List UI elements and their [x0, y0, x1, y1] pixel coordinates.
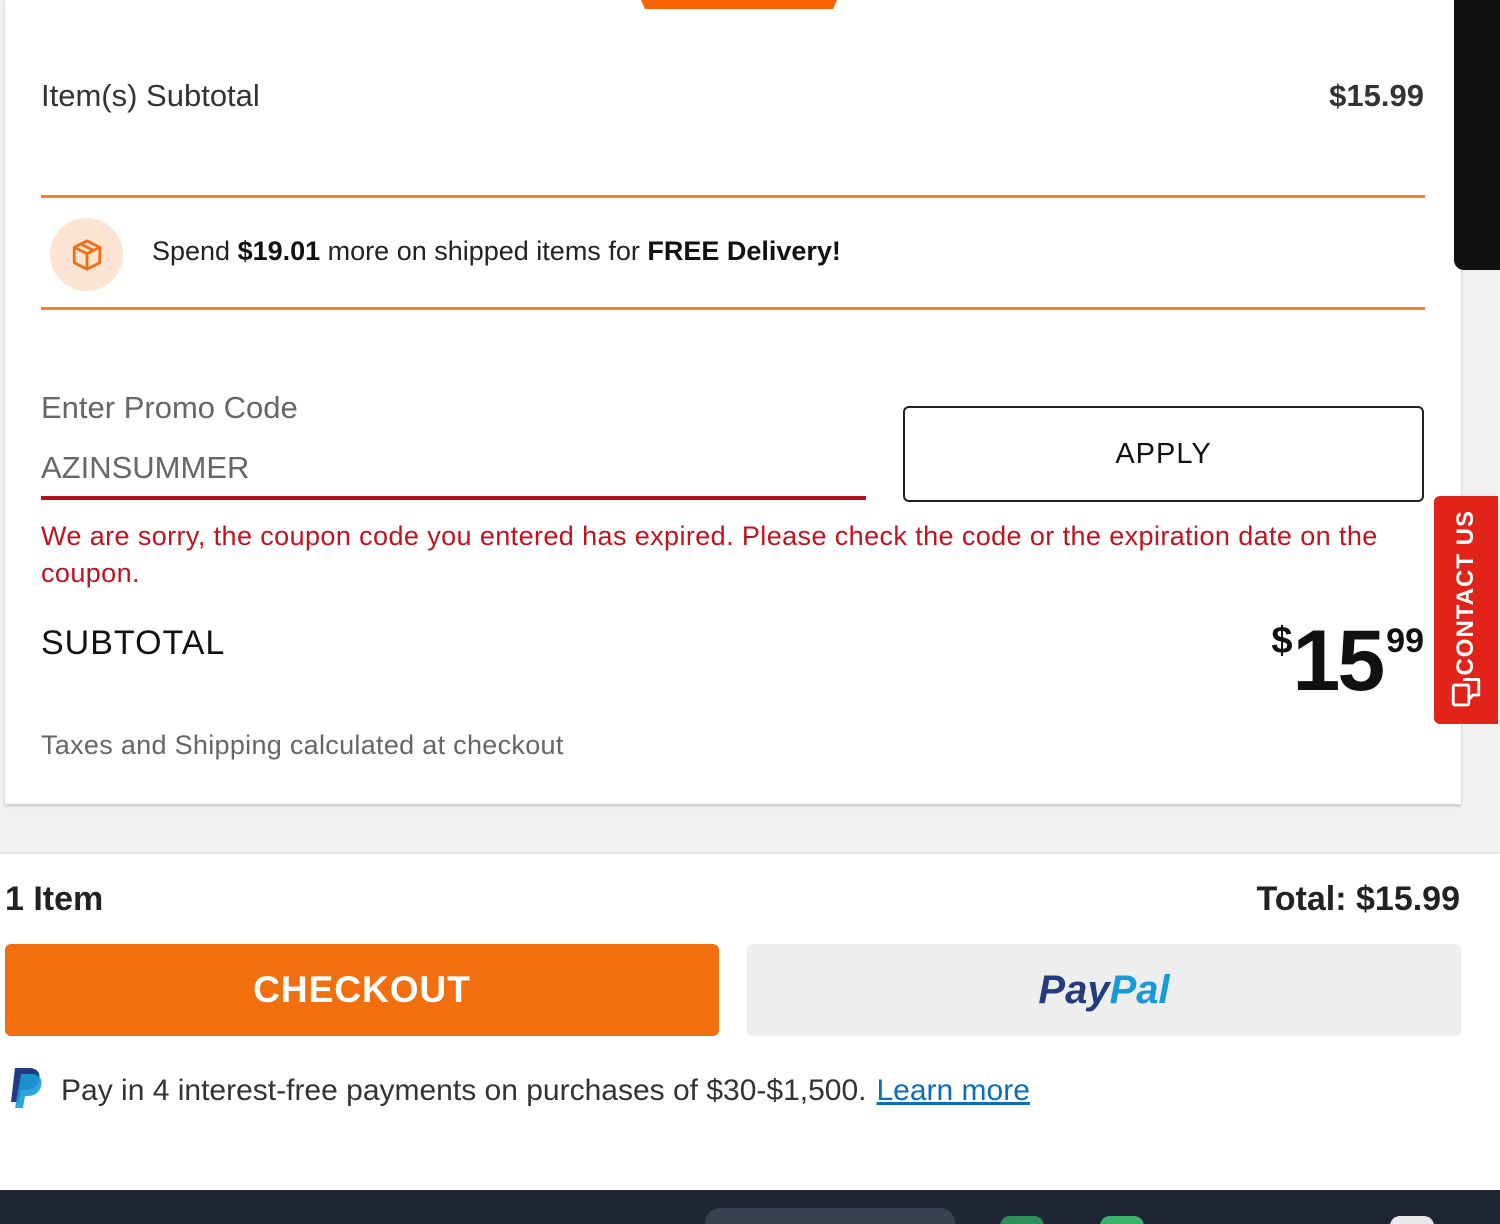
cart-item-count: 1 Item [5, 880, 104, 918]
subtotal-amount: $ 15 99 [1271, 618, 1424, 704]
package-box-icon [50, 218, 123, 291]
items-subtotal-label: Item(s) Subtotal [41, 78, 260, 113]
tax-shipping-note: Taxes and Shipping calculated at checkou… [41, 730, 564, 760]
delivery-amount: $19.01 [237, 236, 321, 266]
apply-promo-button[interactable]: APPLY [903, 406, 1424, 502]
orange-accent-bar [641, 0, 837, 9]
checkout-footer: 1 Item Total: $15.99 CHECKOUT PayPal Pay… [0, 852, 1500, 1192]
taskbar-app-icon[interactable] [1390, 1216, 1434, 1224]
pay-later-message: Pay in 4 interest-free payments on purch… [5, 1066, 1030, 1115]
promo-code-label: Enter Promo Code [41, 390, 298, 425]
subtotal-currency: $ [1271, 620, 1293, 662]
learn-more-link[interactable]: Learn more [876, 1074, 1029, 1108]
chat-bubbles-icon [1449, 676, 1483, 719]
checkout-button[interactable]: CHECKOUT [5, 944, 719, 1036]
free-delivery-message: Spend $19.01 more on shipped items for F… [152, 236, 841, 266]
taskbar-app-icon[interactable] [1000, 1216, 1044, 1224]
pay-later-text: Pay in 4 interest-free payments on purch… [61, 1073, 867, 1107]
promo-code-input[interactable] [41, 440, 866, 500]
promo-error-message: We are sorry, the coupon code you entere… [41, 521, 1378, 588]
items-subtotal-value: $15.99 [1329, 78, 1424, 113]
subtotal-cents: 99 [1386, 622, 1424, 660]
free-delivery-highlight: FREE Delivery! [647, 236, 841, 266]
subtotal-dollars: 15 [1292, 613, 1386, 709]
taskbar-search[interactable] [705, 1208, 955, 1224]
side-panel-edge [1454, 0, 1500, 270]
paypal-button[interactable]: PayPal [747, 944, 1461, 1036]
contact-us-tab[interactable]: CONTACT US [1434, 496, 1498, 724]
os-taskbar [0, 1190, 1500, 1224]
free-delivery-banner: Spend $19.01 more on shipped items for F… [41, 195, 1425, 310]
cart-summary-card: Item(s) Subtotal $15.99 Spend $19.01 mor… [5, 0, 1461, 804]
paypal-logo-icon [5, 1066, 45, 1115]
taskbar-app-icon[interactable] [1100, 1216, 1144, 1224]
subtotal-label: SUBTOTAL [41, 624, 226, 662]
cart-total: Total: $15.99 [1256, 880, 1460, 918]
contact-us-label: CONTACT US [1452, 510, 1479, 676]
